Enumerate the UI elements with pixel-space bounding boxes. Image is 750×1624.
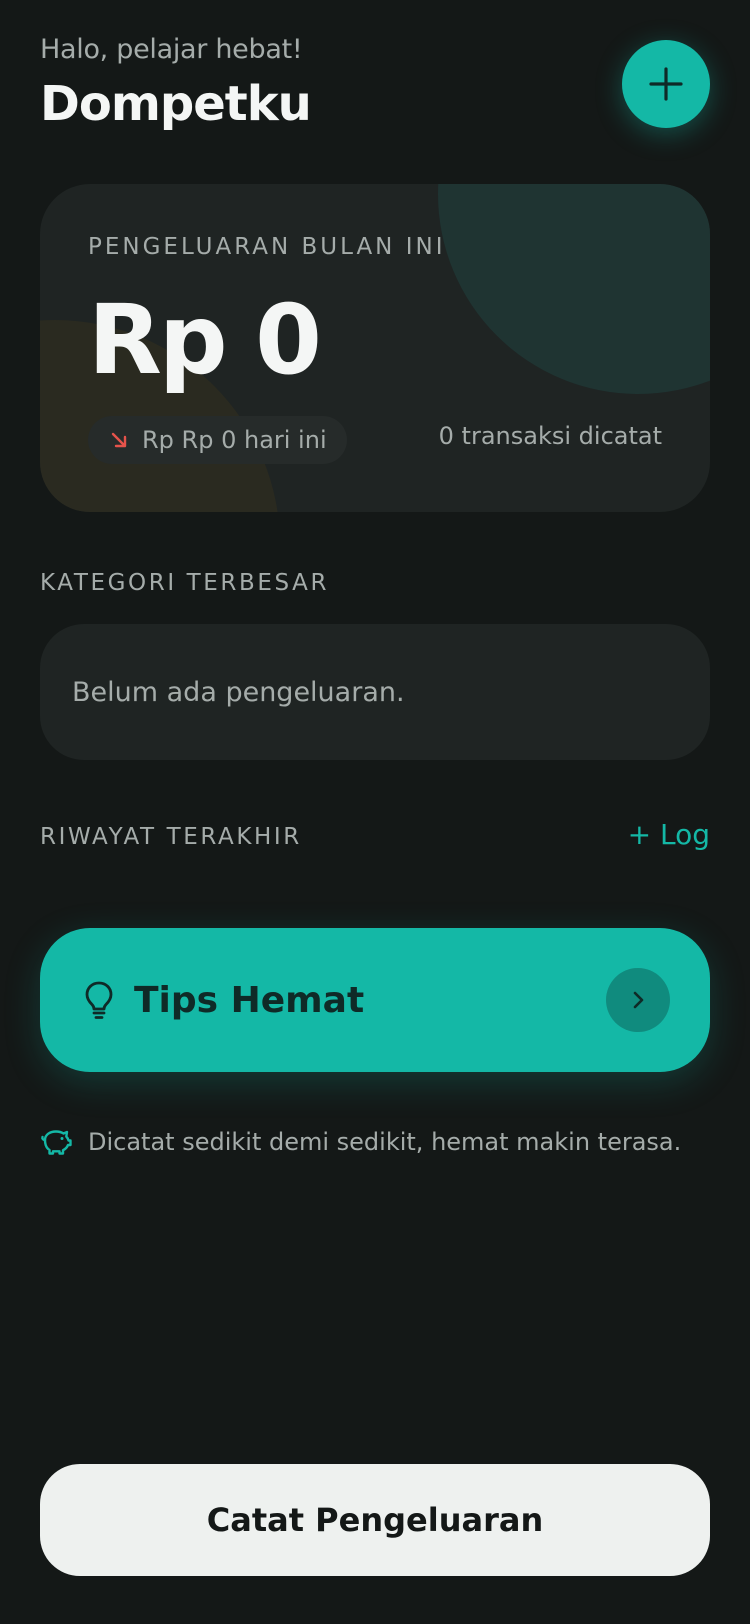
greeting-text: Halo, pelajar hebat! [40, 34, 303, 65]
top-categories-heading: KATEGORI TERBESAR [40, 570, 330, 596]
categories-empty-card: Belum ada pengeluaran. [40, 624, 710, 760]
monthly-total-amount: Rp 0 [88, 284, 322, 396]
motivation-text: Dicatat sedikit demi sedikit, hemat maki… [88, 1128, 682, 1156]
empty-state-text: Belum ada pengeluaran. [72, 676, 405, 708]
plus-icon [649, 67, 683, 101]
saving-tips-card[interactable]: Tips Hemat [40, 928, 710, 1072]
summary-label: PENGELUARAN BULAN INI [88, 234, 446, 260]
record-expense-button[interactable]: Catat Pengeluaran [40, 1464, 710, 1576]
lightbulb-icon [85, 981, 113, 1019]
decorative-circle-teal [438, 184, 710, 394]
tips-title: Tips Hemat [134, 979, 365, 1021]
today-spending-pill: Rp Rp 0 hari ini [88, 416, 347, 464]
transaction-count: 0 transaksi dicatat [438, 422, 662, 450]
today-spending-text: Rp Rp 0 hari ini [142, 426, 327, 454]
page-title: Dompetku [40, 76, 312, 132]
arrow-down-right-icon [111, 432, 127, 448]
recent-history-heading: RIWAYAT TERAKHIR [40, 824, 302, 850]
add-log-link[interactable]: + Log [628, 818, 710, 851]
piggy-bank-icon [41, 1130, 72, 1155]
tips-open-button[interactable] [606, 968, 670, 1032]
dompetku-home-screen: Halo, pelajar hebat! Dompetku PENGELUARA… [0, 0, 750, 1624]
add-expense-button[interactable] [622, 40, 710, 128]
chevron-right-icon [633, 991, 644, 1009]
monthly-summary-card: PENGELUARAN BULAN INI Rp 0 Rp Rp 0 hari … [40, 184, 710, 512]
motivation-note: Dicatat sedikit demi sedikit, hemat maki… [40, 1128, 681, 1156]
